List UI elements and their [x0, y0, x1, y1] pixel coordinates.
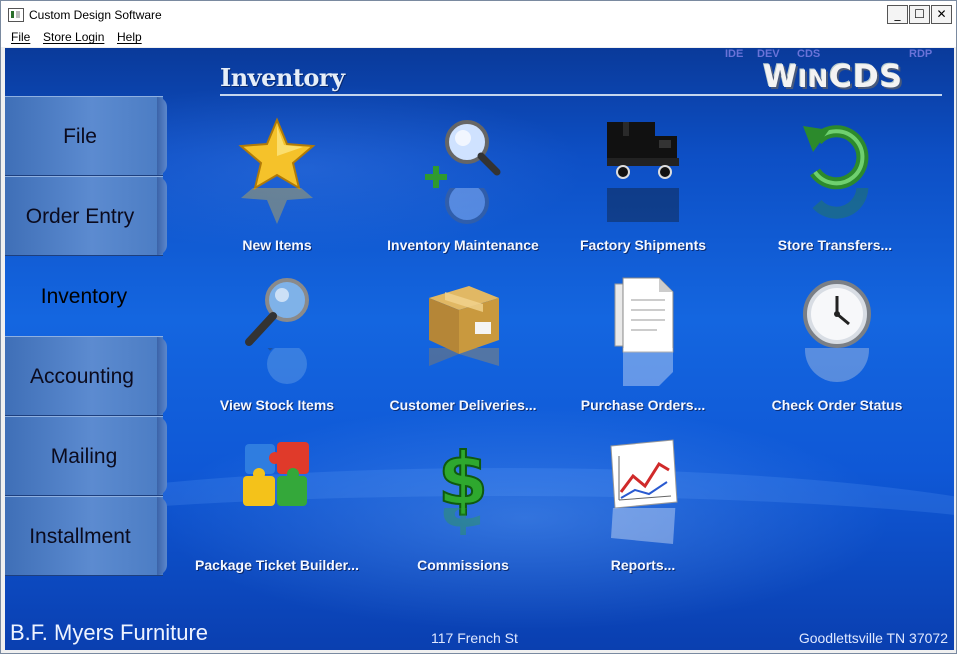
tab-label: Order Entry: [25, 205, 135, 228]
tile-package-ticket-builder[interactable]: Package Ticket Builder...: [187, 436, 367, 596]
page-title: Inventory: [220, 63, 345, 92]
minimize-button[interactable]: _: [887, 5, 908, 24]
tab-order-entry[interactable]: Order Entry: [5, 176, 167, 256]
logo-part: W: [763, 59, 799, 95]
dollar-icon-reflection: $: [423, 508, 503, 548]
tab-installment[interactable]: Installment: [5, 496, 167, 576]
tile-label: Reports...: [610, 557, 676, 573]
dollar-icon: $: [423, 436, 503, 522]
svg-text:$: $: [438, 508, 488, 547]
tile-label: Factory Shipments: [579, 237, 707, 253]
menu-file[interactable]: File: [11, 30, 30, 44]
clock-icon-reflection: [797, 348, 877, 388]
tile-factory-shipments[interactable]: Factory Shipments: [553, 116, 733, 276]
tile-commissions[interactable]: $ $ Commissions: [373, 436, 553, 596]
wincds-logo: WINCDS: [763, 59, 903, 95]
puzzle-icon-reflection: [237, 508, 317, 548]
app-icon: [8, 8, 24, 22]
env-tag-rdp: RDP: [909, 48, 933, 60]
env-tag-ide: IDE: [725, 48, 744, 60]
tab-label: Accounting: [30, 365, 134, 388]
store-name: B.F. Myers Furniture: [10, 620, 209, 645]
documents-icon: [603, 276, 683, 356]
package-icon-reflection: [423, 348, 503, 388]
close-button[interactable]: ✕: [931, 5, 952, 24]
store-city: Goodlettsville TN 37072: [798, 630, 948, 646]
app-window: Custom Design Software _ ☐ ✕ File Store …: [0, 0, 957, 654]
tile-label: View Stock Items: [219, 397, 335, 413]
chart-report-icon-reflection: [603, 508, 683, 548]
tile-purchase-orders[interactable]: Purchase Orders...: [553, 276, 733, 436]
maximize-button[interactable]: ☐: [909, 5, 930, 24]
svg-text:$: $: [438, 437, 488, 516]
star-icon: [237, 116, 317, 196]
tile-new-items[interactable]: New Items: [187, 116, 367, 276]
tile-label: Purchase Orders...: [580, 397, 706, 413]
truck-icon-reflection: [603, 188, 683, 228]
menu-store-login[interactable]: Store Login: [43, 30, 104, 44]
tab-label: File: [63, 125, 97, 148]
tile-label: Commissions: [417, 557, 509, 573]
tab-accounting[interactable]: Accounting: [5, 336, 167, 416]
tab-inventory[interactable]: Inventory: [5, 256, 163, 336]
undo-arrow-icon: [795, 116, 875, 196]
tile-label: Check Order Status: [771, 397, 903, 413]
tile-customer-deliveries[interactable]: Customer Deliveries...: [373, 276, 553, 436]
magnifier-plus-icon-reflection: [423, 188, 503, 228]
tab-file[interactable]: File: [5, 96, 167, 176]
magnifier-icon-reflection: [237, 348, 317, 388]
undo-arrow-icon-reflection: [795, 188, 875, 228]
window-title: Custom Design Software: [29, 8, 162, 22]
tile-reports[interactable]: Reports...: [553, 436, 733, 596]
clock-icon: [797, 276, 877, 356]
truck-icon: [603, 116, 683, 196]
tile-store-transfers[interactable]: Store Transfers...: [745, 116, 925, 276]
tile-label: New Items: [242, 237, 312, 253]
puzzle-icon: [237, 436, 317, 516]
documents-icon-reflection: [603, 348, 683, 388]
tab-mailing[interactable]: Mailing: [5, 416, 167, 496]
tab-label: Mailing: [50, 445, 118, 468]
tab-label: Inventory: [40, 285, 128, 308]
menu-bar: File Store Login Help: [1, 28, 956, 47]
tile-view-stock-items[interactable]: View Stock Items: [187, 276, 367, 436]
chart-report-icon: [603, 436, 683, 516]
tile-label: Customer Deliveries...: [389, 397, 537, 413]
menu-help[interactable]: Help: [117, 30, 142, 44]
logo-part: IN: [798, 65, 830, 93]
tab-label: Installment: [29, 525, 131, 548]
package-icon: [423, 276, 503, 356]
tile-label: Store Transfers...: [777, 237, 893, 253]
tile-check-order-status[interactable]: Check Order Status: [747, 276, 927, 436]
main-panel: Inventory IDE DEV CDS RDP WINCDS File Or…: [5, 48, 954, 650]
tile-label: Package Ticket Builder...: [195, 557, 359, 573]
logo-part: CDS: [829, 59, 904, 95]
star-icon-reflection: [237, 188, 317, 228]
magnifier-icon: [237, 276, 317, 356]
store-address: 117 French St: [431, 630, 518, 646]
tile-inventory-maintenance[interactable]: Inventory Maintenance: [373, 116, 553, 276]
tile-label: Inventory Maintenance: [387, 237, 539, 253]
magnifier-plus-icon: [423, 116, 503, 196]
title-bar: Custom Design Software _ ☐ ✕: [1, 1, 956, 29]
